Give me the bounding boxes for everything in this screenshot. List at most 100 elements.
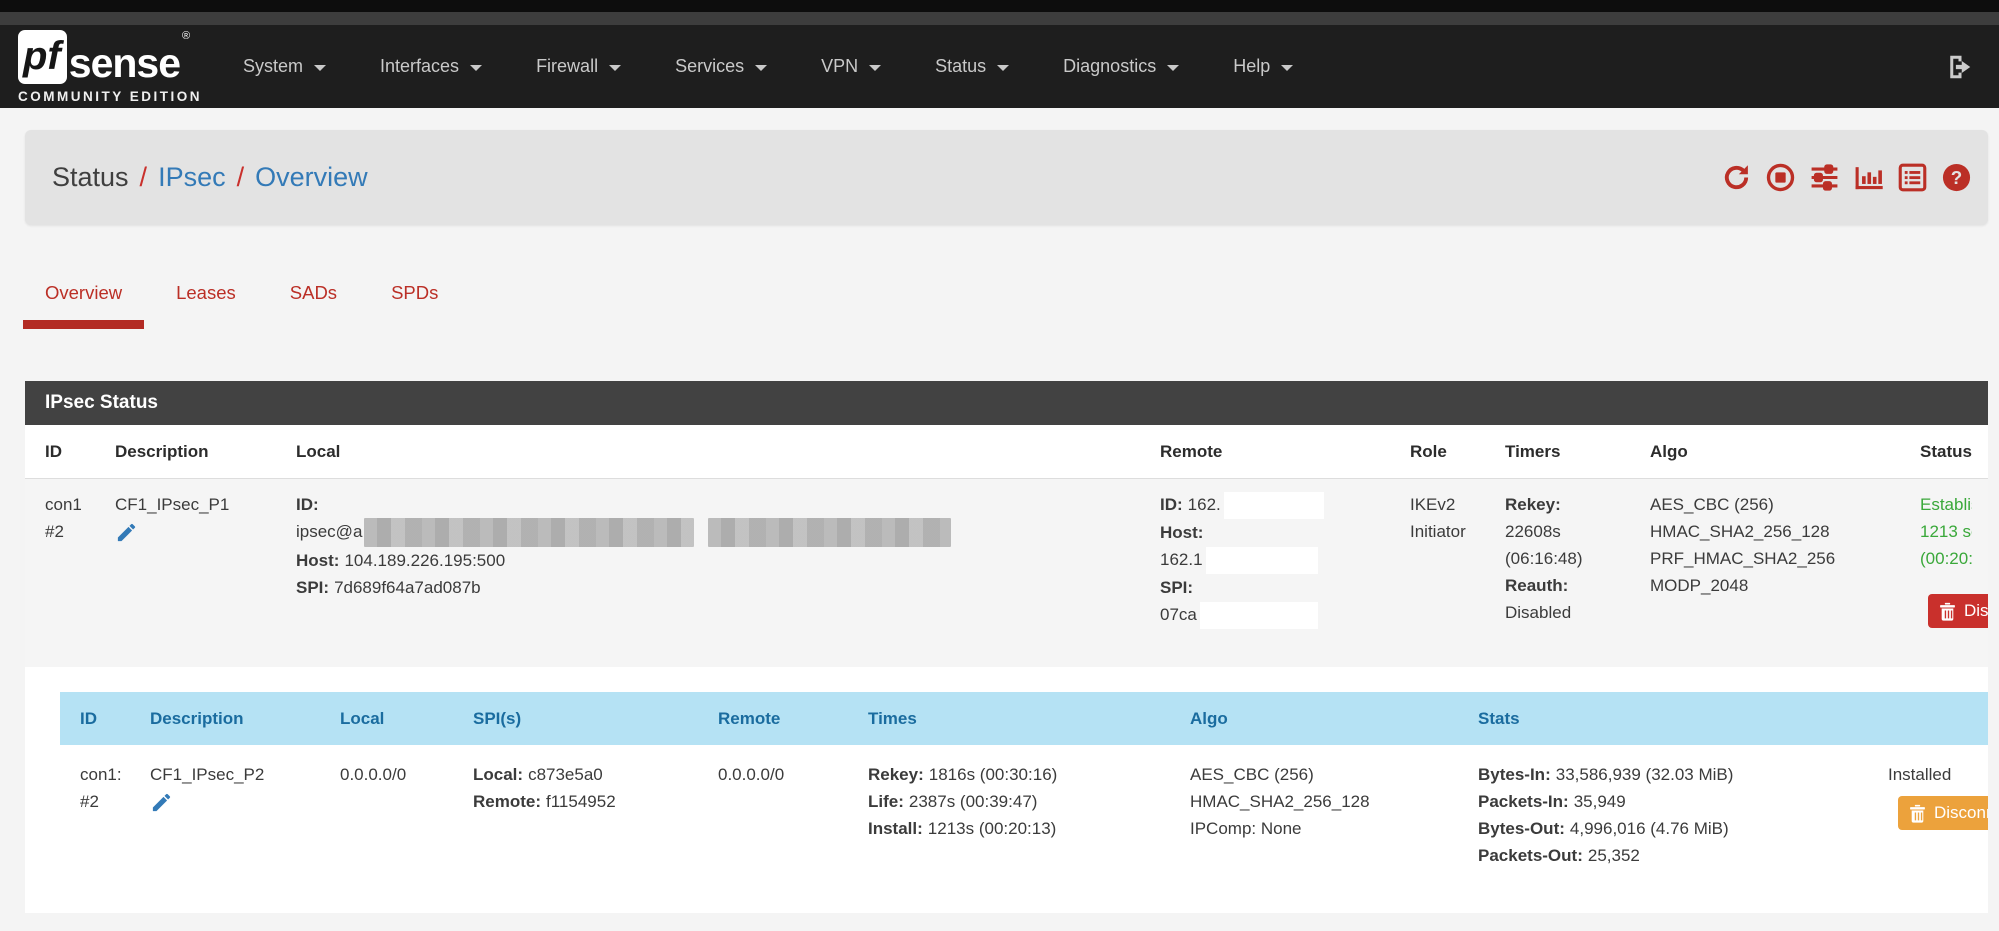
table-row-p1: con1 #2 CF1_IPsec_P1 ID: ipsec@a Host:10… bbox=[25, 479, 1988, 667]
col-header-remote: Remote bbox=[718, 692, 868, 745]
table-row-p2: con1: #2 CF1_IPsec_P2 0.0.0.0/0 Local:c8… bbox=[60, 745, 1988, 869]
p1-timers-cell: Rekey: 22608s (06:16:48) Reauth: Disable… bbox=[1505, 491, 1650, 655]
p2-table-header: ID Description Local SPI(s) Remote Times… bbox=[60, 692, 1988, 745]
page-actions: ? bbox=[1721, 162, 1972, 193]
breadcrumb-section: Status bbox=[52, 162, 129, 193]
nav-menu: System Interfaces Firewall Services VPN … bbox=[216, 56, 1320, 77]
p2-status-text: Installed bbox=[1888, 761, 1988, 788]
p1-algo-cell: AES_CBC (256) HMAC_SHA2_256_128 PRF_HMAC… bbox=[1650, 491, 1920, 655]
p1-description: CF1_IPsec_P1 bbox=[115, 491, 286, 518]
tab-leases[interactable]: Leases bbox=[154, 270, 258, 329]
col-header-role: Role bbox=[1410, 425, 1505, 478]
stop-icon[interactable] bbox=[1765, 162, 1796, 193]
p1-remote-id: 162. bbox=[1188, 495, 1221, 514]
p1-remote-spi: 07ca bbox=[1160, 605, 1197, 624]
pfsense-logo[interactable]: pf sense ® COMMUNITY EDITION bbox=[18, 30, 202, 104]
edit-pencil-icon[interactable] bbox=[115, 521, 138, 544]
ipsec-status-panel: IPsec Status ID Description Local Remote… bbox=[25, 381, 1988, 913]
col-header-algo: Algo bbox=[1650, 425, 1920, 478]
p1-remote-host: 162.1 bbox=[1160, 550, 1203, 569]
col-header-remote: Remote bbox=[1160, 425, 1410, 478]
breadcrumb-link-overview[interactable]: Overview bbox=[255, 162, 368, 193]
p1-role-cell: IKEv2 Initiator bbox=[1410, 491, 1505, 655]
logo-subtitle: COMMUNITY EDITION bbox=[18, 89, 202, 104]
col-header-status: Status bbox=[1920, 425, 1988, 478]
chevron-down-icon bbox=[314, 65, 326, 71]
p1-status-text: Established 1213 seconds (00:20:13) bbox=[1920, 491, 1988, 572]
chevron-down-icon bbox=[609, 65, 621, 71]
col-header-spis: SPI(s) bbox=[473, 692, 718, 745]
redacted-region bbox=[708, 518, 951, 547]
nav-item-diagnostics[interactable]: Diagnostics bbox=[1036, 56, 1206, 77]
redacted-region bbox=[1206, 547, 1318, 574]
chevron-down-icon bbox=[1167, 65, 1179, 71]
refresh-icon[interactable] bbox=[1721, 162, 1752, 193]
breadcrumb-separator: / bbox=[226, 162, 256, 193]
chevron-down-icon bbox=[470, 65, 482, 71]
col-header-id: ID bbox=[60, 692, 150, 745]
p2-spis-cell: Local:c873e5a0 Remote:f1154952 bbox=[473, 761, 718, 869]
redacted-region bbox=[1224, 492, 1324, 519]
breadcrumb-link-ipsec[interactable]: IPsec bbox=[158, 162, 226, 193]
logo-sense: sense bbox=[69, 43, 180, 84]
breadcrumb: Status / IPsec / Overview bbox=[52, 162, 368, 193]
tab-overview[interactable]: Overview bbox=[23, 270, 144, 329]
p2-description: CF1_IPsec_P2 bbox=[150, 761, 330, 788]
ipsec-status-panel-wrap: IPsec Status ID Description Local Remote… bbox=[25, 381, 1988, 913]
p1-table-header: ID Description Local Remote Role Timers … bbox=[25, 425, 1988, 479]
nav-item-services[interactable]: Services bbox=[648, 56, 794, 77]
disconnect-p1-button[interactable]: Disconnect bbox=[1928, 594, 1988, 628]
chevron-down-icon bbox=[1281, 65, 1293, 71]
ipsec-tabs: Overview Leases SADs SPDs bbox=[23, 270, 1999, 329]
sliders-icon[interactable] bbox=[1809, 162, 1840, 193]
p2-remote-cell: 0.0.0.0/0 bbox=[718, 761, 868, 869]
col-header-algo: Algo bbox=[1190, 692, 1478, 745]
nav-item-interfaces[interactable]: Interfaces bbox=[353, 56, 509, 77]
p1-local-spi: 7d689f64a7ad087b bbox=[334, 578, 481, 597]
p1-description-cell: CF1_IPsec_P1 bbox=[115, 491, 296, 655]
nav-item-system[interactable]: System bbox=[216, 56, 353, 77]
p1-local-cell: ID: ipsec@a Host:104.189.226.195:500 SPI… bbox=[296, 491, 1160, 655]
col-header-stats: Stats bbox=[1478, 692, 1883, 745]
col-header-times: Times bbox=[868, 692, 1190, 745]
disconnect-p2-button[interactable]: Disconnect bbox=[1898, 796, 1988, 830]
trash-icon bbox=[1939, 602, 1956, 621]
bar-chart-icon[interactable] bbox=[1853, 162, 1884, 193]
nav-item-help[interactable]: Help bbox=[1206, 56, 1320, 77]
tab-sads[interactable]: SADs bbox=[268, 270, 359, 329]
trash-icon bbox=[1909, 804, 1926, 823]
p2-id-cell: con1: #2 bbox=[60, 761, 150, 869]
tab-spds[interactable]: SPDs bbox=[369, 270, 460, 329]
nav-item-vpn[interactable]: VPN bbox=[794, 56, 908, 77]
col-header-timers: Timers bbox=[1505, 425, 1650, 478]
p1-id-cell: con1 #2 bbox=[45, 491, 115, 655]
p2-algo-cell: AES_CBC (256) HMAC_SHA2_256_128 IPComp: … bbox=[1190, 761, 1478, 869]
log-list-icon[interactable] bbox=[1897, 162, 1928, 193]
col-header-local: Local bbox=[340, 692, 473, 745]
p2-times-cell: Rekey:1816s (00:30:16) Life:2387s (00:39… bbox=[868, 761, 1190, 869]
logo-pf: pf bbox=[18, 30, 67, 84]
chevron-down-icon bbox=[997, 65, 1009, 71]
chevron-down-icon bbox=[755, 65, 767, 71]
nav-item-firewall[interactable]: Firewall bbox=[509, 56, 648, 77]
p1-remote-cell: ID:162. Host: 162.1 SPI: 07ca bbox=[1160, 491, 1410, 655]
p1-local-id: ipsec@a bbox=[296, 522, 362, 541]
nav-item-status[interactable]: Status bbox=[908, 56, 1036, 77]
col-header-description: Description bbox=[150, 692, 340, 745]
svg-text:?: ? bbox=[1951, 167, 1962, 188]
breadcrumb-separator: / bbox=[129, 162, 159, 193]
navbar: pf sense ® COMMUNITY EDITION System Inte… bbox=[0, 25, 1999, 108]
sign-out-icon[interactable] bbox=[1944, 52, 1974, 82]
p2-status-cell: Installed Disconnect bbox=[1883, 761, 1988, 869]
top-strip bbox=[0, 0, 1999, 12]
col-header-local: Local bbox=[296, 425, 1160, 478]
panel-title: IPsec Status bbox=[25, 381, 1988, 425]
chevron-down-icon bbox=[869, 65, 881, 71]
child-sa-section: ID Description Local SPI(s) Remote Times… bbox=[25, 667, 1988, 913]
breadcrumb-bar: Status / IPsec / Overview bbox=[25, 130, 1988, 225]
help-icon[interactable]: ? bbox=[1941, 162, 1972, 193]
redacted-region bbox=[364, 518, 694, 547]
edit-pencil-icon[interactable] bbox=[150, 791, 173, 814]
p1-status-cell: Established 1213 seconds (00:20:13) Disc… bbox=[1920, 491, 1988, 655]
p1-local-host: 104.189.226.195:500 bbox=[344, 551, 505, 570]
